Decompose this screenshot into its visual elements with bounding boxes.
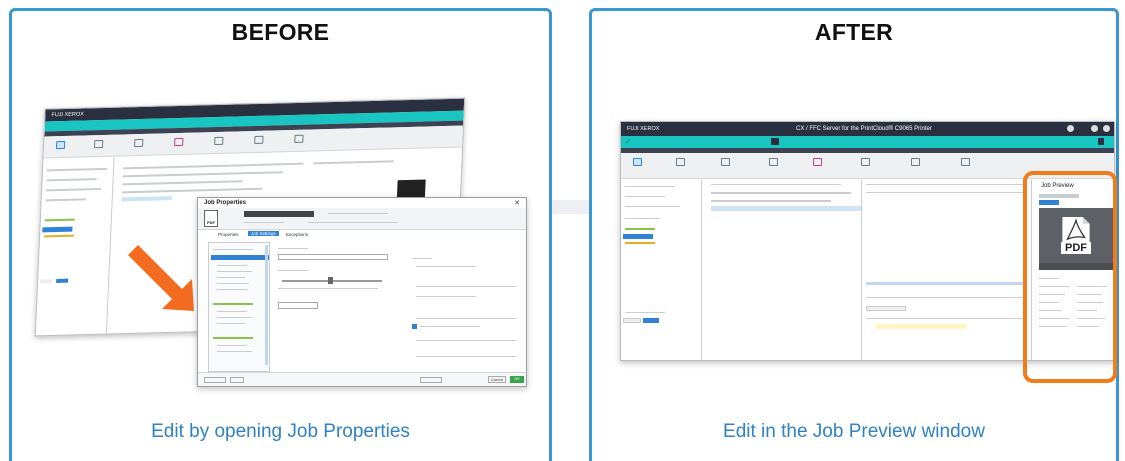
dialog-title: Job Properties (204, 200, 247, 206)
color-icon[interactable] (214, 136, 224, 146)
ok-button[interactable]: OK (510, 376, 524, 383)
before-title: BEFORE (231, 19, 330, 45)
window-title: CX / FFC Server for the PrintCloud® C906… (796, 126, 932, 132)
cancel-button[interactable]: Cancel (488, 376, 506, 383)
tools-icon[interactable] (174, 137, 184, 147)
settings-right (412, 256, 522, 376)
help-icon[interactable] (1103, 125, 1110, 132)
job-name-field[interactable] (244, 211, 314, 217)
check-icon: ✓ (625, 139, 631, 146)
arrow-icon (128, 245, 194, 311)
tree-scrollbar[interactable] (265, 245, 268, 365)
dialog-header: PDF (198, 208, 526, 230)
app-status-bar: ✓ (621, 136, 1114, 148)
status-icon[interactable] (861, 158, 870, 166)
user-icon[interactable] (1067, 125, 1074, 132)
selected-folder[interactable] (623, 234, 653, 239)
apply-settings-checkbox[interactable] (412, 324, 417, 329)
tab-exceptions[interactable]: Exceptions (286, 232, 308, 237)
show-settings-button[interactable] (278, 302, 318, 309)
selected-folder[interactable] (42, 226, 73, 233)
status-icon[interactable] (294, 134, 304, 143)
settings-icon[interactable] (911, 158, 920, 166)
printer-status-icon (771, 138, 779, 145)
after-panel: AFTER FUJI XEROX CX / FFC Server for the… (589, 8, 1119, 461)
close-icon[interactable]: ✕ (514, 199, 520, 207)
settings-icon[interactable] (254, 135, 264, 144)
color-icon[interactable] (813, 158, 822, 166)
job-properties-dialog: Job Properties ✕ PDF Properties Job Sett… (197, 197, 527, 387)
before-panel: BEFORE FUJI XEROX Job Properties ✕ PDF P… (9, 8, 552, 461)
job-preview-highlight (1023, 171, 1117, 383)
settings-tree (208, 242, 270, 372)
color-mode-select[interactable] (278, 254, 388, 260)
slider-thumb[interactable] (328, 277, 333, 284)
footer-second-button[interactable] (230, 377, 244, 383)
tab-job-settings[interactable]: Job Settings (248, 231, 279, 236)
gear-icon[interactable] (1091, 125, 1098, 132)
horizontal-scrollbar[interactable] (866, 282, 1026, 285)
footer-left-button[interactable] (204, 377, 226, 383)
after-title: AFTER (814, 19, 894, 45)
tree-selected-item[interactable] (211, 255, 269, 260)
jobs-icon[interactable] (55, 140, 66, 150)
pdf-file-icon: PDF (204, 210, 218, 227)
after-caption: Edit in the Job Preview window (723, 421, 985, 442)
more-icon[interactable] (961, 158, 970, 166)
app-title-bar: FUJI XEROX CX / FFC Server for the Print… (621, 122, 1114, 136)
printer-icon[interactable] (93, 139, 104, 149)
tools-icon[interactable] (769, 158, 778, 166)
before-caption: Edit by opening Job Properties (151, 421, 410, 442)
settings-main (278, 246, 398, 366)
queue-icon[interactable] (721, 158, 730, 166)
print-button[interactable] (420, 377, 442, 383)
jobs-icon[interactable] (633, 158, 642, 166)
tab-properties[interactable]: Properties (218, 232, 239, 237)
printer-icon[interactable] (676, 158, 685, 166)
selected-job-row[interactable] (711, 206, 861, 211)
pause-icon[interactable] (1098, 138, 1104, 145)
queue-icon[interactable] (134, 138, 144, 148)
dialog-footer: Cancel OK (198, 372, 526, 386)
selected-job-row[interactable] (121, 196, 172, 202)
dialog-tabs: Properties Job Settings Exceptions (198, 231, 526, 240)
comparison-figure: BEFORE FUJI XEROX Job Properties ✕ PDF P… (0, 0, 1125, 461)
